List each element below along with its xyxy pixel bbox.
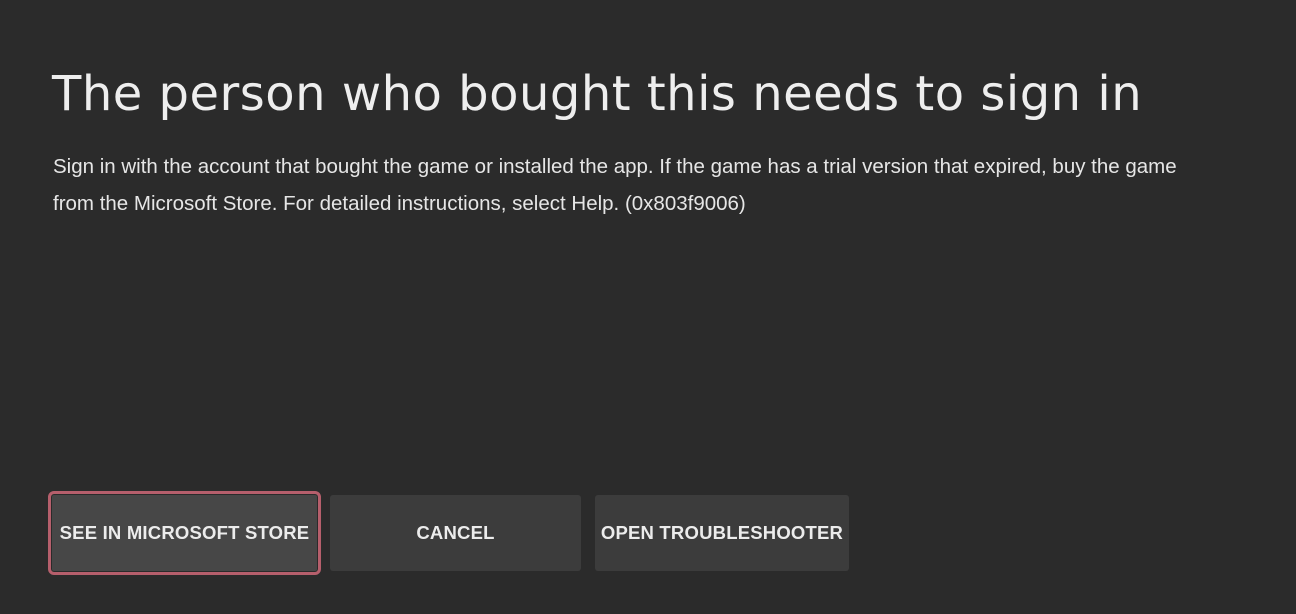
dialog-message-line-2: from the Microsoft Store. For detailed i…	[53, 192, 746, 215]
error-dialog: The person who bought this needs to sign…	[0, 0, 1296, 614]
dialog-title: The person who bought this needs to sign…	[52, 66, 1143, 122]
see-in-microsoft-store-button[interactable]: SEE IN MICROSOFT STORE	[48, 491, 321, 575]
open-troubleshooter-button[interactable]: OPEN TROUBLESHOOTER	[595, 495, 849, 571]
cancel-button[interactable]: CANCEL	[330, 495, 581, 571]
dialog-message: Sign in with the account that bought the…	[53, 148, 1268, 222]
dialog-message-line-1: Sign in with the account that bought the…	[53, 155, 1177, 178]
